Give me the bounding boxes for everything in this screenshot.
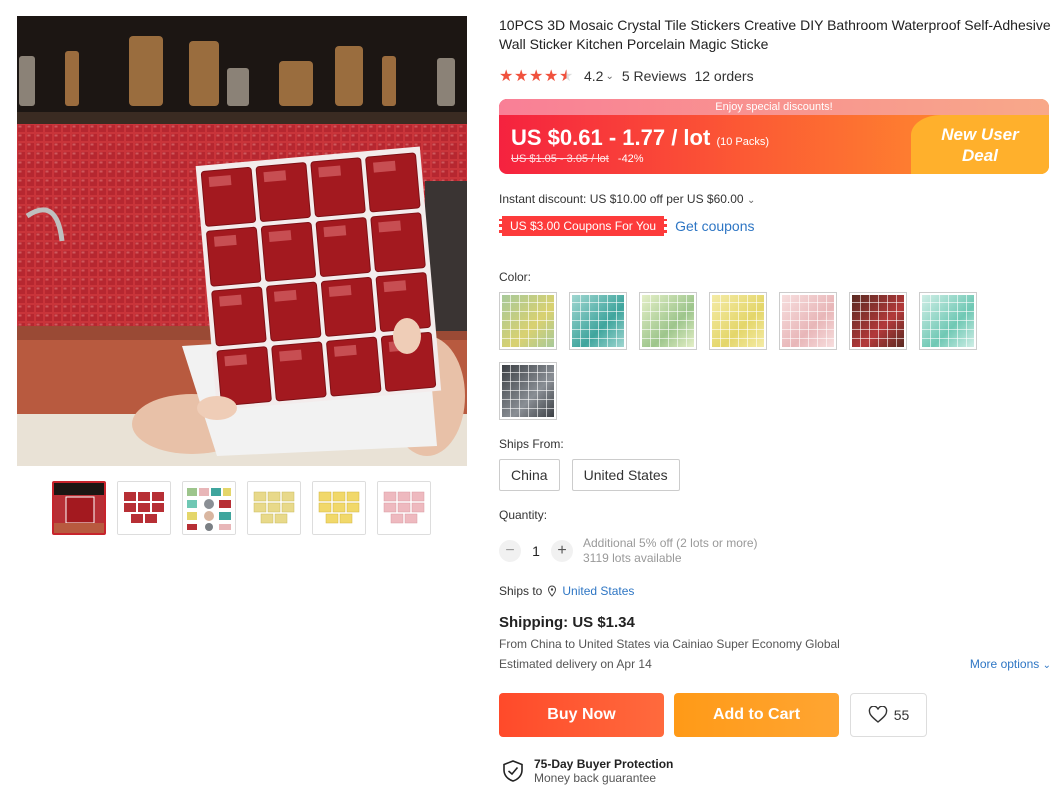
color-swatch-red-mosaic[interactable] [849, 292, 907, 350]
chevron-down-icon: ⌄ [746, 195, 756, 206]
more-options-label: More options [969, 657, 1040, 671]
star-icon: ★ [499, 68, 514, 85]
more-options-link[interactable]: More options ⌄ [970, 657, 1051, 671]
instant-discount[interactable]: Instant discount: US $10.00 off per US $… [499, 192, 755, 206]
coupon-chip[interactable]: US $3.00 Coupons For You [499, 216, 668, 236]
current-price: US $0.61 - 1.77 / lot (10 Packs) [511, 125, 769, 151]
ships-to-label: Ships to [499, 584, 543, 598]
shipping-cost: Shipping: US $1.34 [499, 614, 635, 631]
thumbnail-5[interactable] [312, 481, 366, 535]
star-icon: ★ [514, 68, 529, 85]
new-user-deal-badge[interactable]: New User Deal [911, 115, 1049, 174]
ships-to-row: Ships to United States [499, 584, 634, 598]
orders-count: 12 orders [694, 68, 754, 84]
chevron-down-icon: ⌄ [1042, 660, 1051, 671]
reviews-link[interactable]: 5 Reviews [622, 68, 687, 84]
shield-check-icon [503, 760, 523, 782]
color-swatch-pink-mosaic[interactable] [779, 292, 837, 350]
star-icon: ★ [529, 68, 544, 85]
star-icon: ★ [544, 68, 559, 85]
thumbnail-3[interactable] [182, 481, 236, 535]
color-swatch-mint-mosaic[interactable] [919, 292, 977, 350]
price-banner: Enjoy special discounts! US $0.61 - 1.77… [499, 99, 1049, 174]
stock-available: 3119 lots available [583, 551, 682, 565]
thumbnail-4[interactable] [247, 481, 301, 535]
buy-now-button[interactable]: Buy Now [499, 693, 664, 737]
original-price: US $1.05 - 3.05 / lot [511, 153, 609, 165]
original-price-row: US $1.05 - 3.05 / lot -42% [511, 153, 644, 165]
new-user-line2: Deal [962, 146, 998, 165]
protection-title: 75-Day Buyer Protection [534, 757, 674, 771]
quantity-info: Additional 5% off (2 lots or more) 3119 … [583, 536, 758, 566]
price-range: US $0.61 - 1.77 / lot [511, 125, 711, 150]
swatch-image [502, 295, 554, 347]
coupon-row: US $3.00 Coupons For You Get coupons [499, 216, 755, 236]
shipping-route: From China to United States via Cainiao … [499, 637, 840, 651]
swatch-image [922, 295, 974, 347]
rating-value[interactable]: 4.2 [584, 68, 603, 84]
swatch-image [572, 295, 624, 347]
wishlist-button[interactable]: 55 [850, 693, 927, 737]
thumbnail-strip [52, 481, 431, 535]
get-coupons-link[interactable]: Get coupons [675, 218, 754, 234]
protection-subtitle: Money back guarantee [534, 771, 657, 785]
rating-row: ★ ★ ★ ★ ★ 4.2 ⌄ 5 Reviews 12 orders [499, 66, 1051, 86]
decrease-button[interactable]: − [499, 540, 521, 562]
bulk-discount-note: Additional 5% off (2 lots or more) [583, 536, 758, 550]
quantity-value[interactable]: 1 [521, 543, 551, 559]
chevron-down-icon[interactable]: ⌄ [605, 71, 613, 82]
swatch-image [642, 295, 694, 347]
half-star-icon: ★ [559, 68, 574, 85]
add-to-cart-button[interactable]: Add to Cart [674, 693, 839, 737]
thumbnail-2[interactable] [117, 481, 171, 535]
product-title: 10PCS 3D Mosaic Crystal Tile Stickers Cr… [499, 17, 1051, 52]
ships-from-options: China United States [499, 459, 680, 491]
ships-from-label: Ships From: [499, 437, 564, 451]
swatch-image [502, 365, 554, 417]
buyer-protection[interactable]: 75-Day Buyer Protection Money back guara… [502, 757, 673, 785]
protection-text: 75-Day Buyer Protection Money back guara… [534, 757, 673, 785]
main-product-image[interactable] [17, 16, 467, 466]
ships-to-location[interactable]: United States [562, 584, 634, 598]
wishlist-count: 55 [893, 707, 910, 723]
color-swatch-grey-mosaic[interactable] [499, 362, 557, 420]
quantity-stepper: − 1 + Additional 5% off (2 lots or more)… [499, 536, 758, 566]
thumbnail-6[interactable] [377, 481, 431, 535]
ships-from-united-states[interactable]: United States [571, 459, 680, 491]
color-swatch-yellow-mosaic[interactable] [709, 292, 767, 350]
swatch-image [852, 295, 904, 347]
swatch-image [782, 295, 834, 347]
discount-percent: -42% [617, 153, 644, 165]
color-label: Color: [499, 270, 532, 284]
color-swatches [499, 292, 989, 420]
ships-from-china[interactable]: China [499, 459, 560, 491]
instant-discount-text: Instant discount: US $10.00 off per US $… [499, 192, 744, 206]
discount-banner-text: Enjoy special discounts! [499, 99, 1049, 115]
heart-icon [868, 706, 887, 723]
increase-button[interactable]: + [551, 540, 573, 562]
color-swatch-yellow-green-mosaic[interactable] [499, 292, 557, 350]
thumbnail-1[interactable] [52, 481, 106, 535]
product-info: 10PCS 3D Mosaic Crystal Tile Stickers Cr… [499, 16, 1051, 785]
action-row: Buy Now Add to Cart 55 [499, 693, 927, 737]
swatch-image [712, 295, 764, 347]
star-rating[interactable]: ★ ★ ★ ★ ★ [499, 66, 574, 86]
color-swatch-green-mosaic[interactable] [639, 292, 697, 350]
estimated-delivery: Estimated delivery on Apr 14 [499, 657, 652, 671]
location-pin-icon [548, 585, 557, 597]
pack-size: (10 Packs) [716, 136, 770, 148]
quantity-label: Quantity: [499, 508, 548, 522]
new-user-line1: New User [941, 125, 1019, 144]
color-swatch-teal-mosaic[interactable] [569, 292, 627, 350]
